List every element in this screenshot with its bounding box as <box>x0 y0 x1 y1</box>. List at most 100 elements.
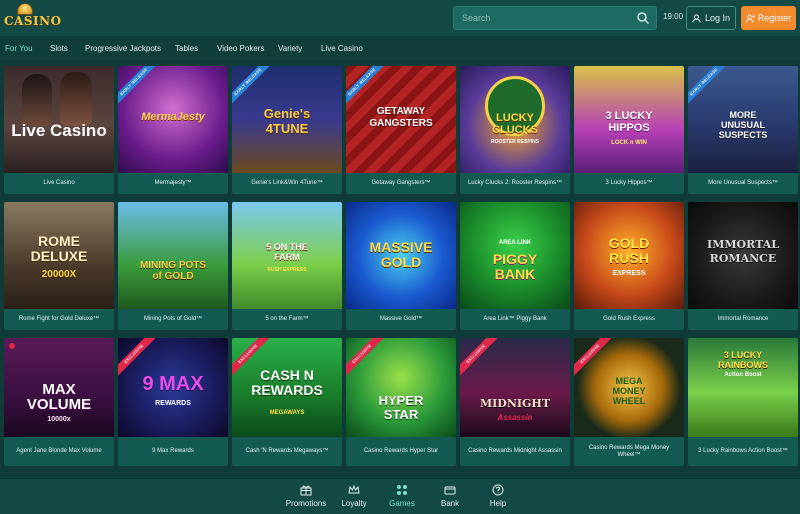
game-art: LUCKY CLUCKS ROOSTER RESPINS <box>460 66 570 173</box>
game-name: 3 Lucky Hippos™ <box>605 180 653 186</box>
login-label: Log In <box>704 13 731 23</box>
tab-for-you[interactable]: For You <box>5 44 33 53</box>
game-art-title: PIGGY BANK <box>492 251 538 282</box>
nav-help[interactable]: Help <box>468 484 528 512</box>
game-tile-lucky-clucks[interactable]: LUCKY CLUCKS ROOSTER RESPINS Lucky Cluck… <box>460 66 570 194</box>
tab-video-pokers[interactable]: Video Pokers <box>217 44 264 53</box>
game-art: Genie's 4TUNE EARLY RELEASE <box>232 66 342 173</box>
game-name: Live Casino <box>43 180 75 186</box>
gift-icon <box>300 485 312 496</box>
tab-slots[interactable]: Slots <box>50 44 68 53</box>
game-art-title: MIDNIGHT <box>479 397 551 410</box>
game-tile-massive-gold[interactable]: MASSIVE GOLD Massive Gold™ <box>346 202 456 330</box>
game-art-title: MINING POTS of GOLD <box>139 260 207 282</box>
game-art: GOLD RUSH EXPRESS <box>574 202 684 309</box>
game-tile-rome-deluxe[interactable]: ROME DELUXE 20000X Rome Fight for Gold D… <box>4 202 114 330</box>
game-art: 3 LUCKY HIPPOS LOCK n WIN <box>574 66 684 173</box>
game-tile-hyper-star[interactable]: HYPER STAR EXCLUSIVE Casino Rewards Hype… <box>346 338 456 466</box>
game-art-title: Live Casino <box>11 121 107 140</box>
game-art: AREA LINK PIGGY BANK <box>460 202 570 309</box>
game-tile-5-on-the-farm[interactable]: 5 ON THE FARM RUSH EXPRESS 5 on the Farm… <box>232 202 342 330</box>
game-tile-genies-4tune[interactable]: Genie's 4TUNE EARLY RELEASE Genie's Link… <box>232 66 342 194</box>
add-user-icon <box>745 14 755 23</box>
game-art-subtitle: EXPRESS <box>612 270 646 277</box>
game-art: MASSIVE GOLD <box>346 202 456 309</box>
hot-icon <box>9 343 15 349</box>
nav-label: Help <box>489 499 507 508</box>
casino-logo[interactable]: CASINO <box>4 3 62 33</box>
game-tile-cash-n-rewards[interactable]: CASH N REWARDS MEGAWAYS EXCLUSIVE Cash '… <box>232 338 342 466</box>
game-art-subtitle: 20000X <box>41 269 77 280</box>
game-name: Rome Fight for Gold Deluxe™ <box>18 316 100 322</box>
game-tile-gold-rush-express[interactable]: GOLD RUSH EXPRESS Gold Rush Express <box>574 202 684 330</box>
game-art-title: 3 LUCKY HIPPOS <box>605 110 653 134</box>
game-name: More Unusual Suspects™ <box>708 180 778 186</box>
game-name: Mining Pots of Gold™ <box>143 316 203 322</box>
game-name: Mermajesty™ <box>154 180 192 186</box>
tab-progressive-jackpots[interactable]: Progressive Jackpots <box>85 44 161 53</box>
game-art-subtitle: LOCK n WIN <box>611 140 647 146</box>
logo-text: CASINO <box>4 14 62 28</box>
game-art: MINING POTS of GOLD <box>118 202 228 309</box>
game-art: MORE UNUSUAL SUSPECTS EARLY RELEASE <box>688 66 798 173</box>
game-name: Lucky Clucks 2: Rooster Respins™ <box>467 180 563 186</box>
game-tile-piggy-bank[interactable]: AREA LINK PIGGY BANK Area Link™ Piggy Ba… <box>460 202 570 330</box>
game-tile-midnight-assassin[interactable]: MIDNIGHT Assassin EXCLUSIVE Casino Rewar… <box>460 338 570 466</box>
game-art: CASH N REWARDS MEGAWAYS EXCLUSIVE <box>232 338 342 437</box>
game-art-subtitle: AREA LINK <box>498 240 532 246</box>
nav-label: Games <box>389 499 415 508</box>
game-name: Getaway Gangsters™ <box>371 180 431 186</box>
game-art: 9 MAX REWARDS EXCLUSIVE <box>118 338 228 437</box>
game-tile-immortal-romance[interactable]: IMMORTAL ROMANCE Immortal Romance <box>688 202 798 330</box>
game-art-title: IMMORTAL ROMANCE <box>707 238 779 265</box>
game-art-title: MEGA MONEY WHEEL <box>612 376 646 406</box>
game-tile-more-unusual-suspects[interactable]: MORE UNUSUAL SUSPECTS EARLY RELEASE More… <box>688 66 798 194</box>
nav-label: Promotions <box>285 499 327 508</box>
game-tile-3-lucky-hippos[interactable]: 3 LUCKY HIPPOS LOCK n WIN 3 Lucky Hippos… <box>574 66 684 194</box>
game-tile-mega-money-wheel[interactable]: MEGA MONEY WHEEL EXCLUSIVE Casino Reward… <box>574 338 684 466</box>
game-tile-9-max-rewards[interactable]: 9 MAX REWARDS EXCLUSIVE 9 Max Rewards <box>118 338 228 466</box>
game-art-title: ROME DELUXE <box>30 233 88 264</box>
game-art-title: 5 ON THE FARM <box>266 242 308 262</box>
game-art: ROME DELUXE 20000X <box>4 202 114 309</box>
game-art-title: 3 LUCKY RAINBOWS <box>718 350 768 370</box>
game-art-title: MASSIVE GOLD <box>369 239 433 270</box>
game-art-subtitle: MEGAWAYS <box>269 410 305 416</box>
game-art: MermaJesty EARLY RELEASE <box>118 66 228 173</box>
game-art-title: CASH N REWARDS <box>251 367 323 398</box>
game-tile-mining-pots-of-gold[interactable]: MINING POTS of GOLD Mining Pots of Gold™ <box>118 202 228 330</box>
game-art-title: GOLD RUSH <box>608 235 650 266</box>
game-tile-mermajesty[interactable]: MermaJesty EARLY RELEASE Mermajesty™ <box>118 66 228 194</box>
tab-variety[interactable]: Variety <box>278 44 302 53</box>
search-icon[interactable] <box>636 11 650 25</box>
ribbon-badge: EARLY RELEASE <box>688 66 729 107</box>
register-button[interactable]: Register <box>741 6 796 30</box>
game-art-title: MORE UNUSUAL SUSPECTS <box>718 110 768 140</box>
game-name: Cash 'N Rewards Megaways™ <box>245 448 329 454</box>
game-tile-live-casino[interactable]: Live Casino Live Casino <box>4 66 114 194</box>
bottom-nav: Promotions Loyalty Games Bank Help <box>0 478 800 514</box>
game-tile-getaway-gangsters[interactable]: GETAWAY GANGSTERS EARLY RELEASE Getaway … <box>346 66 456 194</box>
game-name: Immortal Romance <box>717 316 769 322</box>
game-art: 3 LUCKY RAINBOWS Action Boost <box>688 338 798 437</box>
crown-icon <box>348 484 360 494</box>
tab-live-casino[interactable]: Live Casino <box>321 44 363 53</box>
top-bar: CASINO 19:00 Log In Register <box>0 0 800 36</box>
game-art-subtitle: Assassin <box>497 413 533 422</box>
login-button[interactable]: Log In <box>686 6 736 30</box>
help-icon <box>492 484 504 496</box>
search-input[interactable] <box>453 6 657 30</box>
game-art-subtitle: REWARDS <box>155 400 191 407</box>
game-tile-3-lucky-rainbows[interactable]: 3 LUCKY RAINBOWS Action Boost 3 Lucky Ra… <box>688 338 798 466</box>
game-art: MAX VOLUME 10000x <box>4 338 114 437</box>
tab-tables[interactable]: Tables <box>175 44 198 53</box>
game-art-title: 9 MAX <box>142 373 204 395</box>
game-art-subtitle: 10000x <box>47 416 71 423</box>
game-name: 3 Lucky Rainbows Action Boost™ <box>698 448 788 454</box>
game-name: Casino Rewards Midnight Assassin <box>468 448 562 454</box>
game-art-title: Genie's 4TUNE <box>263 106 311 136</box>
game-name: Casino Rewards Mega Money Wheel™ <box>588 444 670 458</box>
game-tile-max-volume[interactable]: MAX VOLUME 10000x Agent Jane Blonde Max … <box>4 338 114 466</box>
nav-label: Loyalty <box>341 499 367 508</box>
clock: 19:00 <box>663 12 684 21</box>
